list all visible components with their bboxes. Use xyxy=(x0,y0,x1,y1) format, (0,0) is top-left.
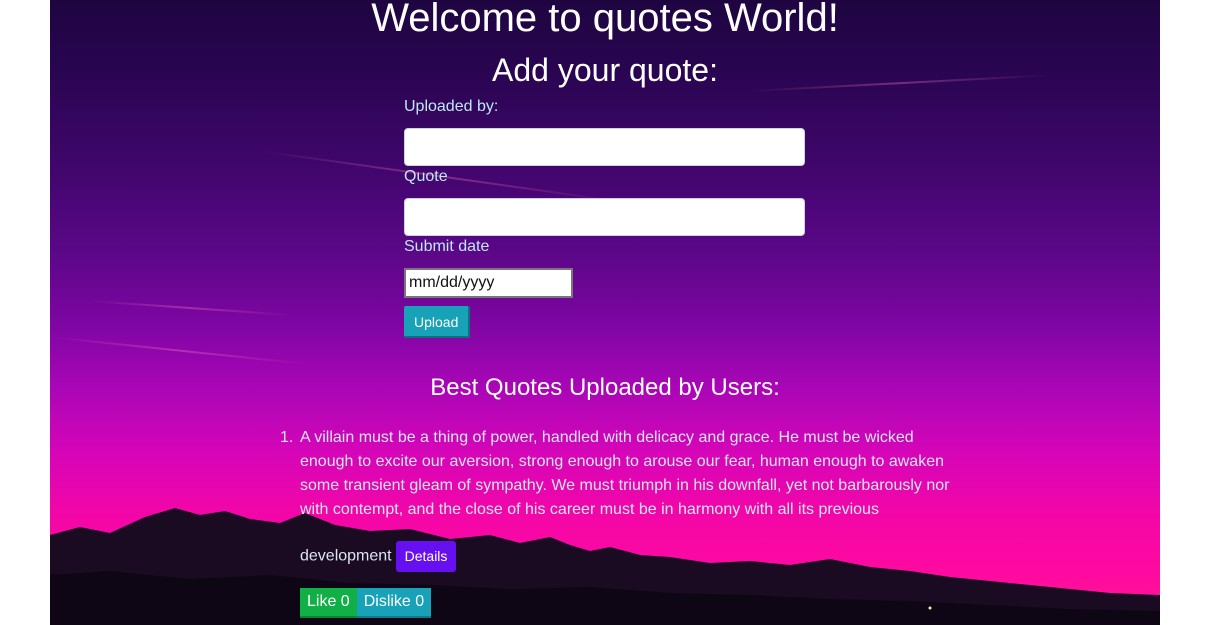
like-button[interactable]: Like 0 xyxy=(300,588,357,618)
form-heading: Add your quote: xyxy=(492,52,718,88)
quote-item: 1. A villain must be a thing of power, h… xyxy=(280,426,960,618)
quote-label: Quote xyxy=(404,168,448,185)
quote-input[interactable] xyxy=(404,198,805,236)
page-title: Welcome to quotes World! xyxy=(371,0,839,40)
quote-list: 1. A villain must be a thing of power, h… xyxy=(280,426,960,618)
uploaded-by-label: Uploaded by: xyxy=(404,98,499,115)
uploaded-by-input[interactable] xyxy=(404,128,805,166)
quote-body-end: development xyxy=(300,547,392,565)
quote-body: A villain must be a thing of power, hand… xyxy=(300,429,950,518)
quote-text: A villain must be a thing of power, hand… xyxy=(300,426,950,572)
quote-number: 1. xyxy=(280,429,294,446)
submit-date-label: Submit date xyxy=(404,238,490,255)
dislike-button[interactable]: Dislike 0 xyxy=(356,588,432,618)
submit-date-input[interactable]: mm/dd/yyyy xyxy=(404,268,573,298)
quotes-heading: Best Quotes Uploaded by Users: xyxy=(430,374,780,401)
details-button[interactable]: Details xyxy=(395,541,457,572)
vote-buttons: Like 0 Dislike 0 xyxy=(300,588,960,618)
upload-button[interactable]: Upload xyxy=(404,306,471,338)
page-content: Welcome to quotes World! Add your quote:… xyxy=(50,0,1160,625)
add-quote-form: Uploaded by: Quote Submit date mm/dd/yyy… xyxy=(404,96,806,338)
